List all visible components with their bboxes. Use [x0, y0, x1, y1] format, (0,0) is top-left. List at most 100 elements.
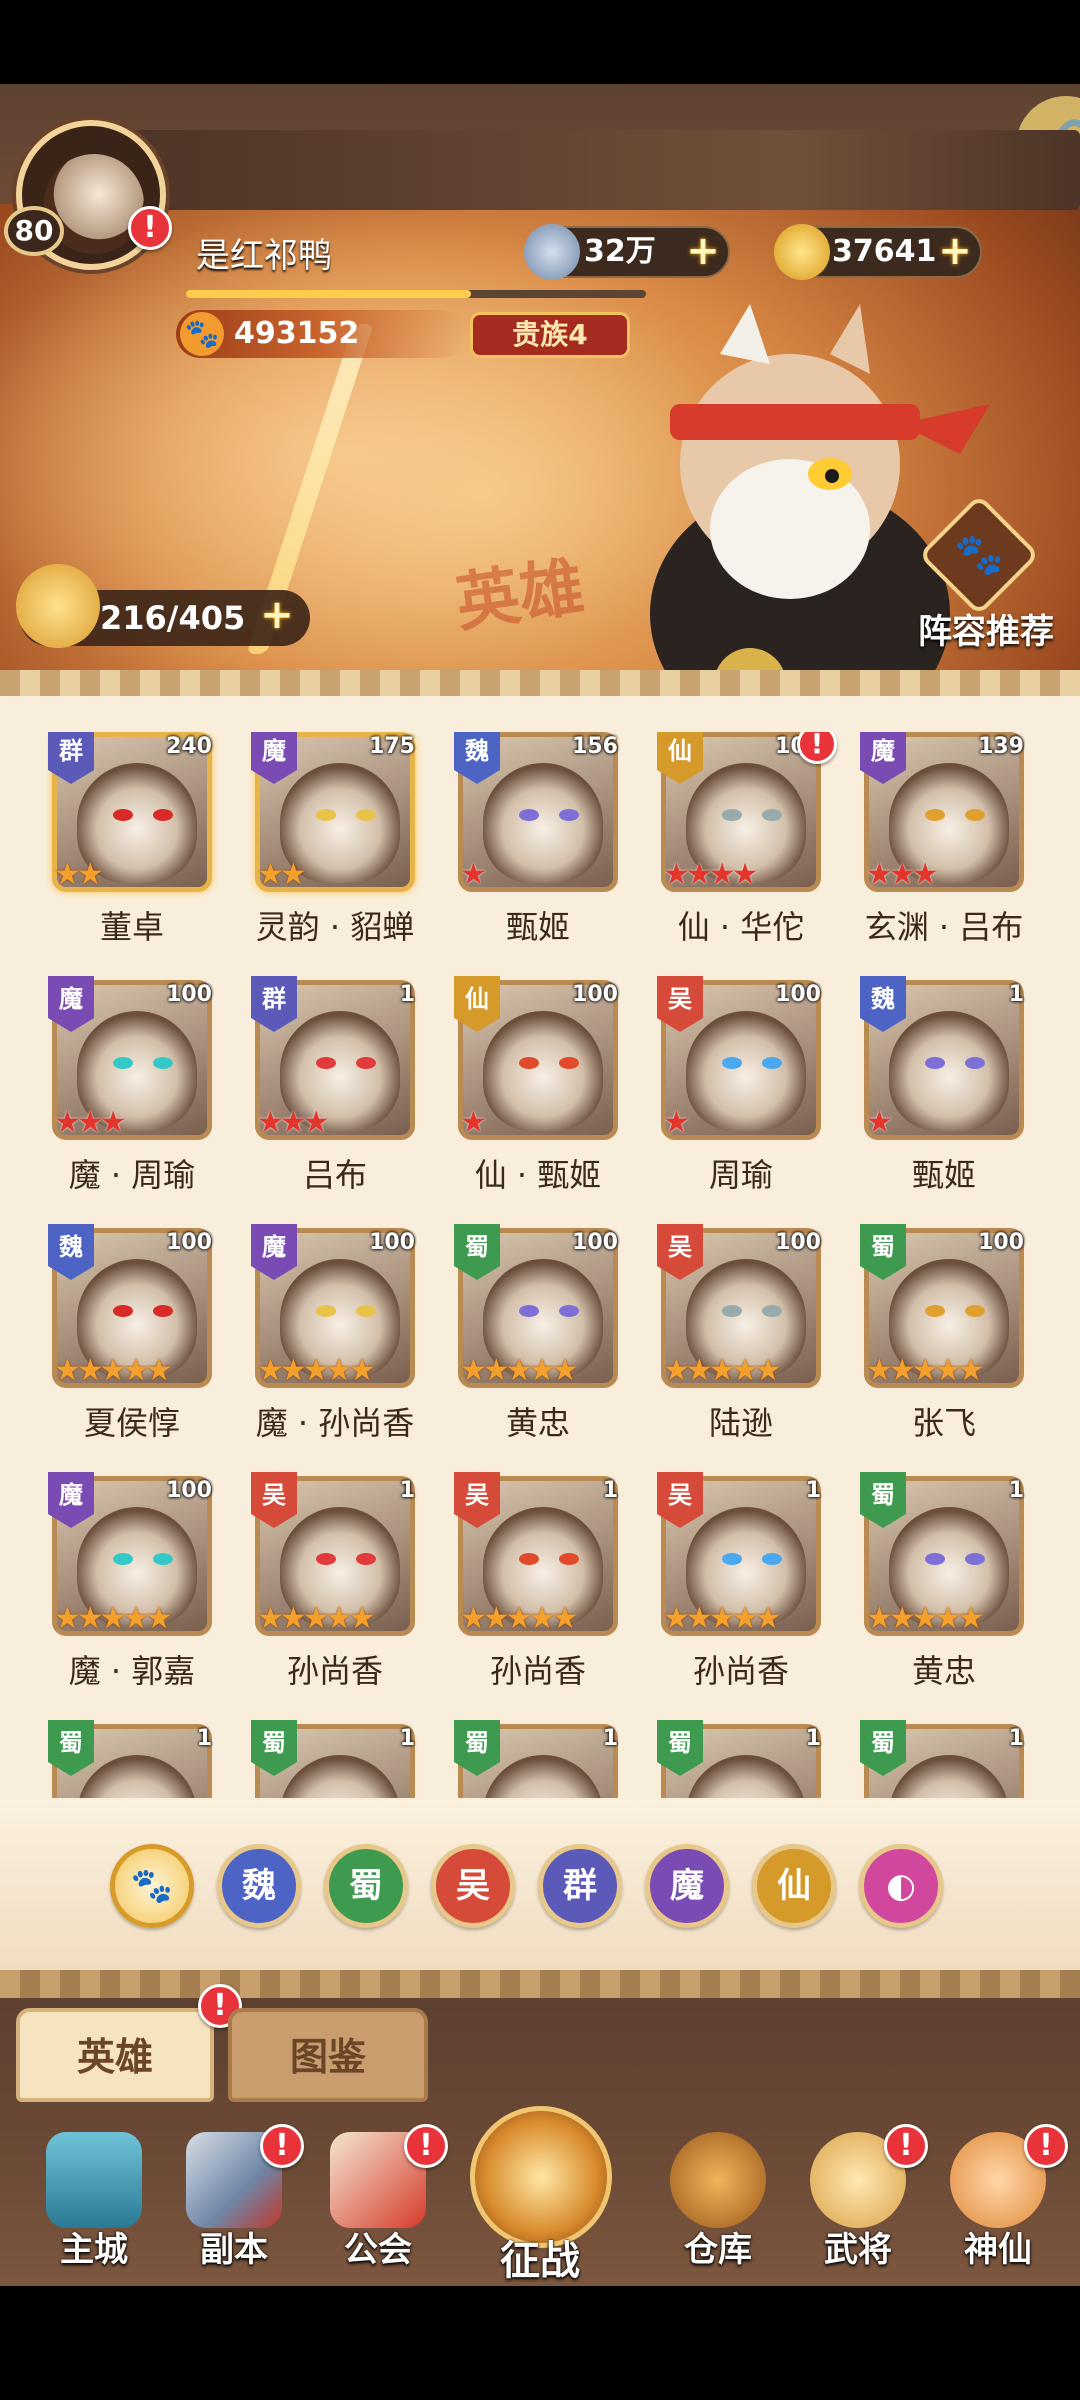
hero-name: 吕布: [302, 1156, 367, 1194]
hero-level: 100: [572, 982, 618, 1007]
tab-codex[interactable]: 图鉴: [228, 2008, 428, 2102]
hero-card[interactable]: 吴 1 ★★★★★ 孙尚香: [452, 1472, 652, 1714]
panel-lace-border: [0, 670, 1080, 696]
immortals-alert-icon: !: [1024, 2124, 1068, 2168]
hero-eye: [722, 1553, 742, 1565]
stamina-counter: 216/405 +: [16, 564, 310, 648]
hero-name: 孙尚香: [286, 1652, 383, 1690]
hero-card[interactable]: 吴 1 ★★★★★ 孙尚香: [655, 1472, 855, 1714]
hero-card[interactable]: 蜀1: [858, 1720, 1046, 1798]
ingot-amount: 37641: [832, 234, 937, 269]
hero-card[interactable]: 魏 1 ★ 甄姬: [858, 976, 1046, 1218]
paw-points: 🐾 493152: [176, 310, 466, 358]
add-ingots-button[interactable]: +: [936, 231, 974, 272]
hero-card[interactable]: 魔 139 ★★★ 玄渊 · 吕布: [858, 732, 1046, 970]
hero-eye: [925, 1305, 945, 1317]
hero-level: 1: [399, 1478, 415, 1503]
hero-cat-art: [483, 1755, 603, 1798]
add-stamina-button[interactable]: +: [258, 595, 296, 636]
hero-card[interactable]: 吴 1 ★★★★★ 孙尚香: [249, 1472, 449, 1714]
hero-stars: ★: [663, 1105, 690, 1140]
hero-eye: [965, 1553, 985, 1565]
hero-alert-icon: !: [797, 732, 837, 764]
hero-name: 灵韵 · 貂蝉: [255, 908, 415, 946]
nav-battle-label: 征战: [500, 2238, 580, 2284]
system-nav-area: [0, 2286, 1080, 2400]
hero-name: 周瑜: [708, 1156, 773, 1194]
hero-level: 100: [369, 1230, 415, 1255]
nav-warehouse[interactable]: 仓库: [644, 2110, 784, 2286]
experience-bar: [186, 290, 646, 298]
hero-card[interactable]: 魔 100 ★★★ 魔 · 周瑜: [46, 976, 246, 1218]
nav-immortals[interactable]: 神仙 !: [924, 2110, 1068, 2286]
hero-stars: ★★★★★: [663, 1601, 781, 1636]
add-coins-button[interactable]: +: [684, 231, 722, 272]
bottom-navigation: 主城 副本 ! 公会 ! 征战 仓库 武将 ! 神仙 !: [0, 2106, 1080, 2286]
nav-guild[interactable]: 公会 !: [304, 2110, 448, 2286]
hero-name: 夏侯惇: [83, 1404, 180, 1442]
filter-wu-button[interactable]: 吴: [431, 1844, 515, 1928]
hero-card[interactable]: 魏 156 ★ 甄姬: [452, 732, 652, 970]
hero-card[interactable]: 蜀 100 ★★★★★ 黄忠: [452, 1224, 652, 1466]
hero-level: 100: [166, 1478, 212, 1503]
filter-fairy-button[interactable]: ◐: [859, 1844, 943, 1928]
filter-shu-button[interactable]: 蜀: [324, 1844, 408, 1928]
hero-eye: [356, 1305, 376, 1317]
lineup-recommend-button[interactable]: 🐾 阵容推荐: [896, 494, 1076, 652]
hero-grid[interactable]: 群240★★董卓魔175★★灵韵 · 貂蝉魏156★甄姬仙100★★★★仙 · …: [46, 732, 1046, 1798]
hero-eye: [316, 809, 336, 821]
hero-stars: ★★★★★: [54, 1601, 172, 1636]
hero-card[interactable]: 群 1 ★★★ 吕布: [249, 976, 449, 1218]
avatar-alert-icon: !: [128, 206, 172, 250]
hero-card[interactable]: 魔 175 ★★ 灵韵 · 貂蝉: [249, 732, 449, 970]
nav-generals-label: 武将: [824, 2230, 892, 2270]
filter-qun-button[interactable]: 群: [538, 1844, 622, 1928]
hero-card[interactable]: 群 240 ★★ 董卓: [46, 732, 246, 970]
hero-eye: [559, 1305, 579, 1317]
hero-card[interactable]: 蜀1: [452, 1720, 652, 1798]
hero-card[interactable]: 蜀1: [249, 1720, 449, 1798]
hero-eye: [762, 1057, 782, 1069]
hero-stars: ★★★★★: [460, 1353, 578, 1388]
hero-card[interactable]: 魔 100 ★★★★★ 魔 · 郭嘉: [46, 1472, 246, 1714]
hero-eye: [356, 809, 376, 821]
hero-eye: [519, 809, 539, 821]
hero-card[interactable]: 蜀 1 ★★★★★ 黄忠: [858, 1472, 1046, 1714]
nav-battle[interactable]: 征战: [456, 2106, 624, 2286]
hero-card[interactable]: 魔 100 ★★★★★ 魔 · 孙尚香: [249, 1224, 449, 1466]
filter-all-paw-button[interactable]: 🐾: [110, 1844, 194, 1928]
player-name: 是红祁鸭: [196, 236, 332, 276]
hero-eye: [356, 1057, 376, 1069]
hero-eye: [519, 1305, 539, 1317]
filter-wei-button[interactable]: 魏: [217, 1844, 301, 1928]
player-level-badge: 80: [4, 206, 64, 256]
hero-card[interactable]: 蜀1: [46, 1720, 246, 1798]
hero-eye: [925, 1057, 945, 1069]
hero-card[interactable]: 吴 100 ★ 周瑜: [655, 976, 855, 1218]
hero-card[interactable]: 蜀 100 ★★★★★ 张飞: [858, 1224, 1046, 1466]
hero-card[interactable]: 仙100★★★★仙 · 华佗!: [655, 732, 855, 970]
filter-mo-button[interactable]: 魔: [645, 1844, 729, 1928]
hero-card[interactable]: 蜀1: [655, 1720, 855, 1798]
nav-generals[interactable]: 武将 !: [784, 2110, 928, 2286]
nav-main-city[interactable]: 主城: [20, 2110, 160, 2286]
hero-level: 1: [1008, 1726, 1024, 1751]
tab-heroes[interactable]: 英雄: [16, 2008, 214, 2102]
hero-stars: ★★★★★: [460, 1601, 578, 1636]
hero-name: 甄姬: [505, 908, 570, 946]
nav-dungeon[interactable]: 副本 !: [160, 2110, 304, 2286]
coin-icon: [524, 224, 580, 280]
hero-eye: [519, 1057, 539, 1069]
hero-eye: [925, 809, 945, 821]
hero-eye: [113, 809, 133, 821]
hero-card[interactable]: 仙 100 ★ 仙 · 甄姬: [452, 976, 652, 1218]
hero-card[interactable]: 吴 100 ★★★★★ 陆逊: [655, 1224, 855, 1466]
hero-stars: ★★★★★: [257, 1601, 375, 1636]
hero-name: 陆逊: [708, 1404, 773, 1442]
hero-eye: [153, 809, 173, 821]
filter-xian-button[interactable]: 仙: [752, 1844, 836, 1928]
ingot-counter: 37641 +: [774, 224, 982, 280]
hero-level: 100: [166, 1230, 212, 1255]
noble-rank-badge[interactable]: 贵族4: [470, 312, 630, 358]
hero-card[interactable]: 魏 100 ★★★★★ 夏侯惇: [46, 1224, 246, 1466]
